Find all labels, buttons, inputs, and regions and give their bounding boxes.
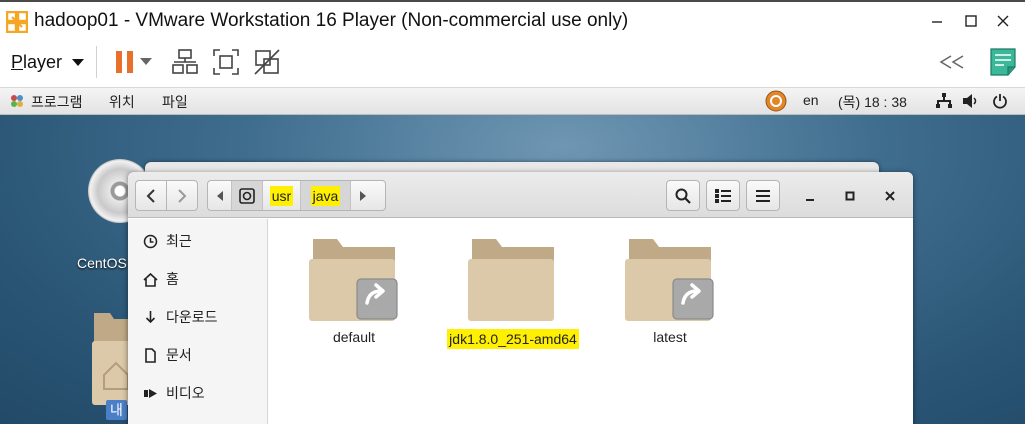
menu-files[interactable]: 파일 bbox=[162, 92, 188, 112]
list-view-icon bbox=[715, 188, 731, 203]
menu-places[interactable]: 위치 bbox=[109, 92, 135, 112]
clock[interactable]: (목) 18 : 38 bbox=[838, 92, 907, 112]
file-item-latest[interactable]: latest bbox=[600, 237, 740, 345]
sidebar-item-downloads[interactable]: 다운로드 bbox=[142, 306, 218, 328]
player-menu[interactable]: Player bbox=[11, 52, 85, 73]
fullscreen-icon bbox=[213, 49, 239, 75]
caret-down-icon bbox=[140, 58, 152, 65]
sidebar-item-recent[interactable]: 최근 bbox=[142, 230, 192, 252]
applications-icon bbox=[11, 95, 23, 107]
notes-button[interactable] bbox=[988, 47, 1018, 77]
maximize-icon bbox=[845, 191, 855, 201]
file-manager-window: usr java 최근 홈 다운로드 문서 비디오 default jdk1.8… bbox=[128, 172, 913, 424]
back-button[interactable] bbox=[135, 180, 167, 211]
close-button[interactable] bbox=[988, 10, 1018, 32]
input-language-indicator[interactable]: en bbox=[803, 92, 819, 108]
chevron-right-icon bbox=[178, 188, 187, 203]
player-menu-label: Player bbox=[11, 52, 63, 72]
folder-symlink-icon bbox=[625, 239, 714, 321]
places-sidebar: 최근 홈 다운로드 문서 비디오 bbox=[128, 219, 268, 424]
window-title: hadoop01 - VMware Workstation 16 Player … bbox=[34, 10, 629, 31]
file-item-default[interactable]: default bbox=[284, 237, 424, 345]
sidebar-item-label: 비디오 bbox=[166, 385, 205, 401]
double-chevron-left-icon bbox=[939, 55, 964, 69]
sidebar-item-home[interactable]: 홈 bbox=[142, 268, 179, 290]
fm-close-button[interactable] bbox=[880, 186, 900, 206]
toolbar-divider bbox=[96, 46, 97, 78]
file-item-jdk[interactable]: jdk1.8.0_251-amd64 bbox=[443, 237, 583, 349]
pause-button[interactable] bbox=[110, 47, 140, 77]
hamburger-menu-icon bbox=[756, 189, 770, 202]
collapse-toolbar-button[interactable] bbox=[937, 47, 967, 77]
search-icon bbox=[675, 188, 691, 204]
fm-maximize-button[interactable] bbox=[840, 186, 860, 206]
search-button[interactable] bbox=[666, 180, 700, 211]
document-icon bbox=[142, 347, 158, 363]
minimize-button[interactable] bbox=[922, 10, 952, 32]
sidebar-item-videos[interactable]: 비디오 bbox=[142, 382, 205, 404]
power-icon[interactable] bbox=[992, 93, 1008, 109]
path-scroll-right-button[interactable] bbox=[351, 181, 375, 210]
arrow-right-icon bbox=[360, 190, 366, 201]
path-root-button[interactable] bbox=[232, 181, 263, 210]
file-manager-header: usr java bbox=[128, 172, 913, 218]
folder-icon bbox=[468, 239, 554, 321]
unity-disabled-icon bbox=[254, 49, 280, 75]
vmware-logo-icon bbox=[6, 11, 28, 33]
software-update-icon[interactable] bbox=[765, 90, 787, 112]
home-label[interactable]: 내 bbox=[106, 400, 127, 420]
volume-icon[interactable] bbox=[962, 93, 980, 109]
full-screen-button[interactable] bbox=[211, 47, 241, 77]
maximize-icon bbox=[965, 15, 977, 27]
file-name: latest bbox=[653, 329, 687, 345]
path-bar: usr java bbox=[207, 180, 386, 211]
pause-icon bbox=[116, 51, 133, 73]
disc-label[interactable]: CentOS bbox=[77, 255, 127, 271]
close-icon bbox=[885, 191, 895, 201]
sidebar-item-label: 홈 bbox=[166, 271, 179, 287]
folder-symlink-icon bbox=[309, 239, 398, 321]
gnome-top-panel: 프로그램 위치 파일 en (목) 18 : 38 bbox=[0, 88, 1025, 115]
path-segment-java[interactable]: java bbox=[301, 181, 351, 210]
arrow-left-icon bbox=[216, 190, 223, 201]
home-icon bbox=[142, 271, 158, 287]
network-devices-icon bbox=[172, 49, 198, 74]
vmware-title-bar: hadoop01 - VMware Workstation 16 Player … bbox=[0, 0, 1025, 38]
power-menu-button[interactable] bbox=[138, 47, 154, 77]
menu-programs[interactable]: 프로그램 bbox=[31, 92, 83, 112]
file-name: default bbox=[332, 329, 376, 345]
caret-down-icon bbox=[72, 58, 85, 66]
forward-button[interactable] bbox=[166, 180, 198, 211]
fm-minimize-button[interactable] bbox=[800, 186, 820, 206]
minimize-icon bbox=[806, 199, 814, 201]
unity-button[interactable] bbox=[252, 47, 282, 77]
close-icon bbox=[997, 15, 1009, 27]
sidebar-item-label: 문서 bbox=[166, 347, 192, 363]
path-segment-usr[interactable]: usr bbox=[263, 181, 301, 210]
view-mode-button[interactable] bbox=[706, 180, 740, 211]
path-segment-label: usr bbox=[269, 185, 294, 206]
path-segment-label: java bbox=[310, 185, 341, 206]
sticky-note-icon bbox=[990, 48, 1016, 76]
send-ctrl-alt-del-button[interactable] bbox=[170, 47, 200, 77]
chevron-left-icon bbox=[146, 188, 155, 203]
clock-icon bbox=[142, 233, 158, 249]
menu-button[interactable] bbox=[746, 180, 780, 211]
sidebar-item-label: 최근 bbox=[166, 233, 192, 249]
file-grid: default jdk1.8.0_251-amd64 latest bbox=[269, 219, 913, 424]
file-name: jdk1.8.0_251-amd64 bbox=[447, 329, 579, 349]
video-icon bbox=[142, 385, 158, 401]
sidebar-item-label: 다운로드 bbox=[166, 309, 218, 325]
minimize-icon bbox=[932, 21, 942, 23]
maximize-button[interactable] bbox=[956, 10, 986, 32]
download-icon bbox=[142, 309, 158, 325]
path-scroll-left-button[interactable] bbox=[208, 181, 232, 210]
player-toolbar: Player bbox=[0, 38, 1025, 88]
sidebar-item-documents[interactable]: 문서 bbox=[142, 344, 192, 366]
network-icon[interactable] bbox=[936, 93, 952, 109]
drive-icon bbox=[239, 187, 255, 204]
